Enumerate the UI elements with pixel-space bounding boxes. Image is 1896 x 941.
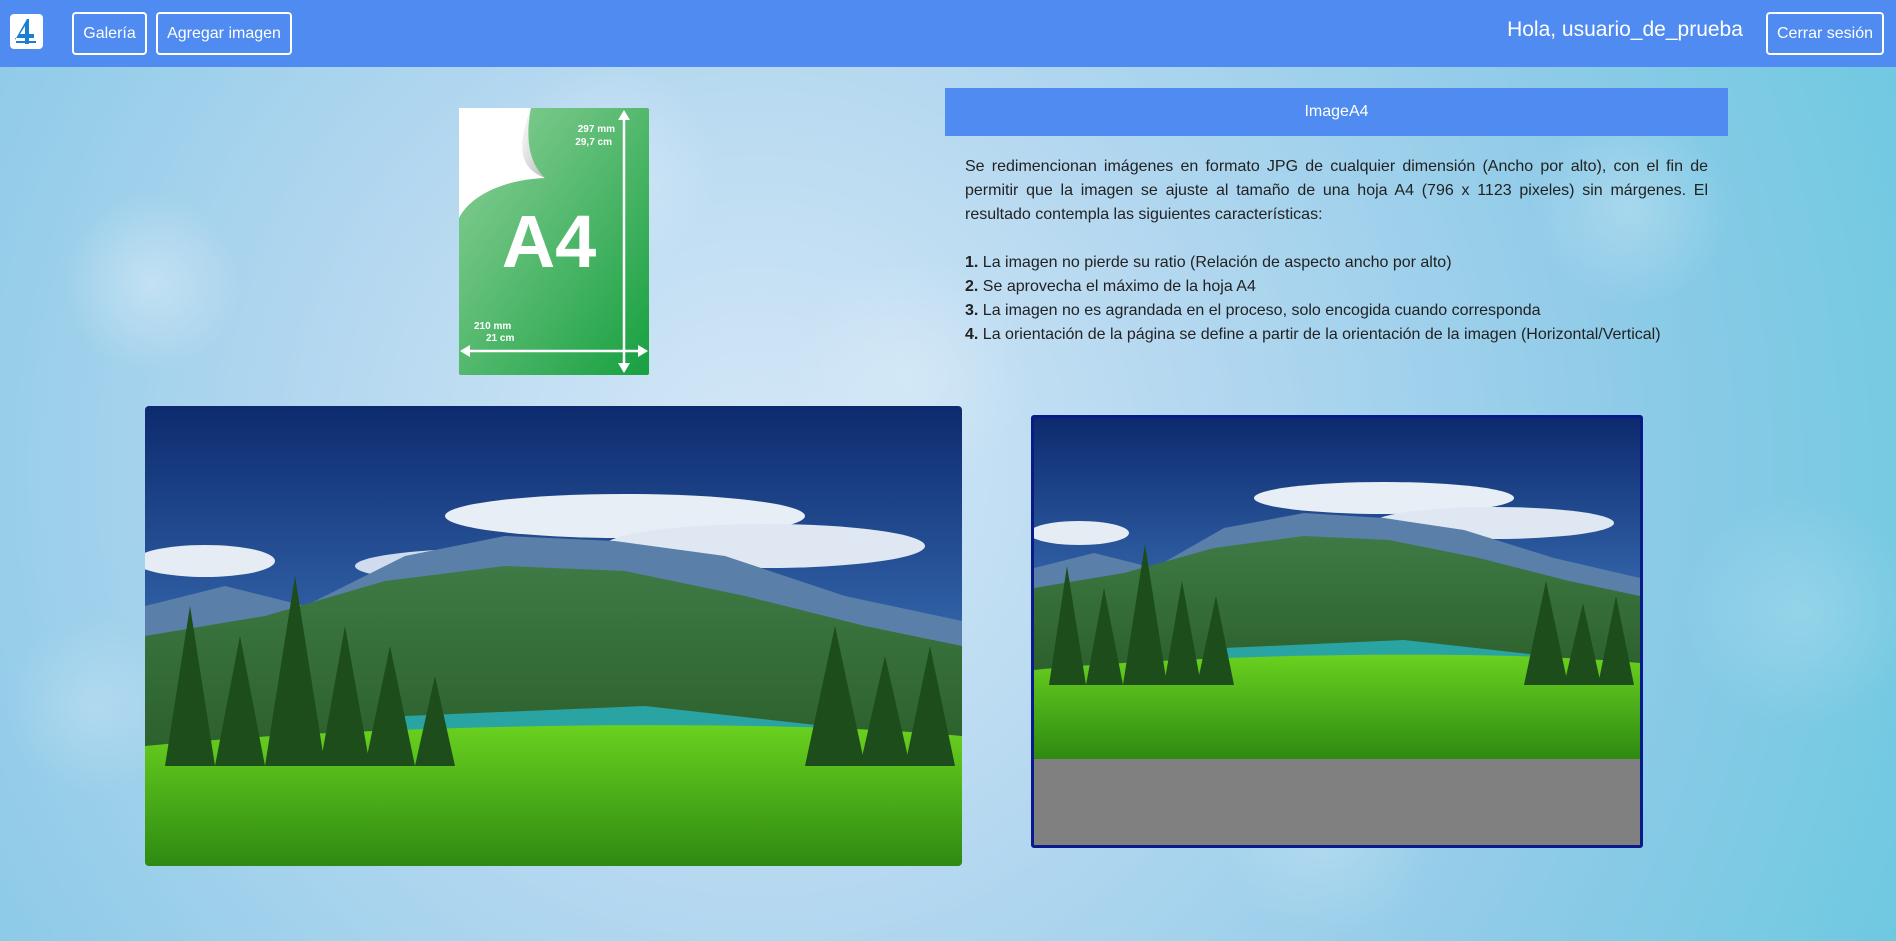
a4-width-cm: 21 cm xyxy=(486,333,515,344)
a4-height-mm: 297 mm xyxy=(577,124,615,135)
user-greeting: Hola, usuario_de_prueba xyxy=(1507,18,1743,41)
a4-logo-icon[interactable] xyxy=(10,14,43,49)
top-navbar: Galería Agregar imagen Hola, usuario_de_… xyxy=(0,0,1896,67)
feature-list: 1. La imagen no pierde su ratio (Relació… xyxy=(965,251,1708,347)
add-image-button[interactable]: Agregar imagen xyxy=(156,12,292,55)
gallery-button[interactable]: Galería xyxy=(72,12,147,55)
logout-button[interactable]: Cerrar sesión xyxy=(1766,12,1884,55)
panel-title: ImageA4 xyxy=(945,88,1728,136)
list-item: 4. La orientación de la página se define… xyxy=(965,326,1661,343)
a4-big-label: A4 xyxy=(501,200,597,283)
panel-description: Se redimencionan imágenes en formato JPG… xyxy=(965,158,1708,223)
panel-body: Se redimencionan imágenes en formato JPG… xyxy=(965,155,1708,347)
landscape-original-image xyxy=(145,406,962,866)
list-item: 3. La imagen no es agrandada en el proce… xyxy=(965,302,1541,319)
a4-preview-frame xyxy=(1031,415,1643,848)
list-item: 2. Se aprovecha el máximo de la hoja A4 xyxy=(965,278,1256,295)
list-item: 1. La imagen no pierde su ratio (Relació… xyxy=(965,254,1452,271)
landscape-a4-preview-image xyxy=(1034,418,1640,759)
a4-width-mm: 210 mm xyxy=(474,321,512,332)
a4-height-cm: 29,7 cm xyxy=(575,137,612,148)
